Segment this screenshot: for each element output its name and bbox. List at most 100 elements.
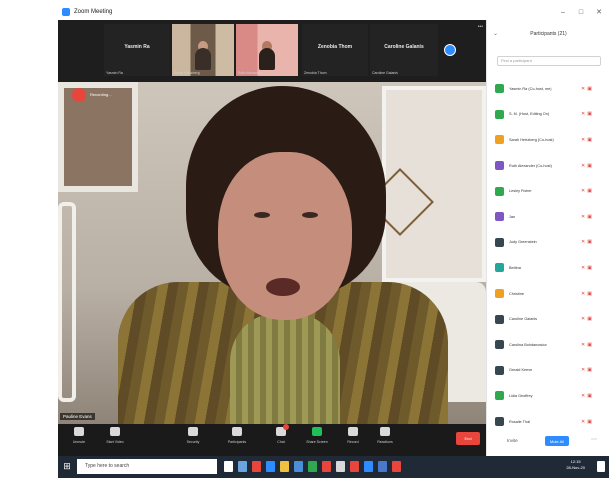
recording-label: Recording... [90,92,112,97]
participant-body [195,48,211,70]
gallery-tile[interactable]: Caroline Galanis Caroline Galanis [370,24,438,76]
speaker-mouth [266,278,300,296]
avatar [495,340,504,350]
toolbar-label: Share Screen [306,440,328,444]
avatar [495,289,504,299]
windows-start-icon[interactable]: ⊞ [61,460,73,472]
participant-name: Lesley Fisher [509,189,532,194]
gallery-tile[interactable]: Ruth Alexander [236,24,298,76]
app-icon[interactable] [350,461,359,472]
participant-row[interactable]: Lidia Geoffrey ✕ ▣ [487,383,609,409]
participant-row[interactable]: Bettina ✕ ▣ [487,255,609,281]
participants-icon [232,427,242,436]
more-options-icon[interactable]: ••• [478,24,483,30]
record-button[interactable]: Record [338,427,368,444]
participant-row[interactable]: Yasmin Ra (Co-host, me) ✕ ▣ [487,76,609,102]
security-button[interactable]: Security [178,427,208,444]
edge-icon[interactable] [266,461,275,472]
app-icon[interactable] [392,461,401,472]
zoom-taskbar-icon[interactable] [378,461,387,472]
mute-all-button[interactable]: Mute All [545,436,569,446]
unmute-button[interactable]: Unmute [64,427,94,444]
close-icon[interactable]: ✕ [591,4,607,20]
participant-row[interactable]: Caroline Galanis ✕ ▣ [487,306,609,332]
record-icon [348,427,358,436]
more-options-icon[interactable]: ⋯ [591,436,597,443]
participant-name: Ruth Alexander (Co-host) [509,163,552,168]
participant-search-input[interactable]: Find a participant [497,56,601,66]
gallery-tile[interactable]: Sarah Hertzberg [172,24,234,76]
participant-row[interactable]: Jan ✕ ▣ [487,204,609,230]
background-window [58,82,138,192]
participant-body [259,48,275,70]
end-meeting-button[interactable]: End [456,432,480,445]
gallery-tile-label: Yasmin Ra [106,71,123,75]
share-screen-icon [312,427,322,436]
participant-row[interactable]: S. M. (Host, Editing On) ✕ ▣ [487,102,609,128]
muted-microphone-icon: ✕ [581,188,586,195]
participant-row[interactable]: Lesley Fisher ✕ ▣ [487,178,609,204]
gallery-tile-name: Caroline Galanis [384,44,424,50]
toolbar-label: Record [347,440,359,444]
participant-row[interactable]: Christine ✕ ▣ [487,281,609,307]
system-clock[interactable]: 12:15 28-Nov-20 [566,459,585,471]
gallery-tile[interactable]: Yasmin Ra Yasmin Ra [104,24,170,76]
gallery-tile-label: Caroline Galanis [372,71,398,75]
video-off-icon: ▣ [587,392,592,399]
file-explorer-icon[interactable] [280,461,289,472]
video-off-icon: ▣ [587,213,592,220]
video-off-icon: ▣ [587,290,592,297]
muted-microphone-icon: ✕ [581,136,586,143]
view-options-icon[interactable] [444,44,456,56]
avatar [495,186,504,196]
chat-button[interactable]: Chat [266,424,296,444]
muted-microphone-icon: ✕ [581,239,586,246]
participant-row[interactable]: Ruth Alexander (Co-host) ✕ ▣ [487,153,609,179]
participants-panel-title: Participants (21) [530,31,567,37]
app-icon[interactable] [308,461,317,472]
participant-name: S. M. (Host, Editing On) [509,112,550,117]
gallery-tile-label: Ruth Alexander [238,71,262,75]
reactions-button[interactable]: Reactions [370,427,400,444]
app-icon[interactable] [336,461,345,472]
participant-name: Jan [509,214,516,219]
participant-name: Caroline Galanis [509,317,538,322]
video-off-icon: ▣ [587,239,592,246]
participant-row[interactable]: Sarah Hertzberg (Co-host) ✕ ▣ [487,127,609,153]
video-off-icon: ▣ [587,85,592,92]
task-view-icon[interactable] [238,461,247,472]
video-off-icon: ▣ [587,264,592,271]
participant-row[interactable]: Gerald Keeve ✕ ▣ [487,358,609,384]
maximize-icon[interactable]: □ [573,4,589,20]
app-icon[interactable] [252,461,261,472]
participants-panel: ⌄ Participants (21) Find a participant Y… [486,20,609,456]
share-screen-button[interactable]: Share Screen [302,427,332,444]
gallery-strip: Yasmin Ra Yasmin Ra Sarah Hertzberg Ruth… [58,20,486,82]
app-icon[interactable] [322,461,331,472]
muted-microphone-icon: ✕ [581,316,586,323]
invite-button[interactable]: Invite [507,438,518,443]
active-speaker-video: Recording... Pauline Evans [58,82,486,424]
video-off-icon: ▣ [587,111,592,118]
video-off-icon: ▣ [587,162,592,169]
shield-icon [188,427,198,436]
gallery-tile-name: Zenobia Thom [317,44,353,50]
speaker-eye [302,212,318,218]
minimize-icon[interactable]: – [555,4,571,20]
gallery-tile[interactable]: Zenobia Thom Zenobia Thom [302,24,368,76]
avatar [495,135,504,145]
cortana-icon[interactable] [224,461,233,472]
app-icon[interactable] [364,461,373,472]
participants-button[interactable]: Participants [222,427,252,444]
taskbar-search-input[interactable]: Type here to search [77,459,217,474]
chat-icon [276,424,289,436]
start-video-button[interactable]: Start Video [100,427,130,444]
notification-icon[interactable] [597,461,605,472]
participant-row[interactable]: Carolina Bohdanowicz ✕ ▣ [487,332,609,358]
toolbar-label: Start Video [106,440,124,444]
avatar [495,161,504,171]
mail-icon[interactable] [294,461,303,472]
gallery-tile-label: Sarah Hertzberg [174,71,200,75]
avatar [495,417,504,427]
participant-row[interactable]: Judy Greenstein ✕ ▣ [487,230,609,256]
